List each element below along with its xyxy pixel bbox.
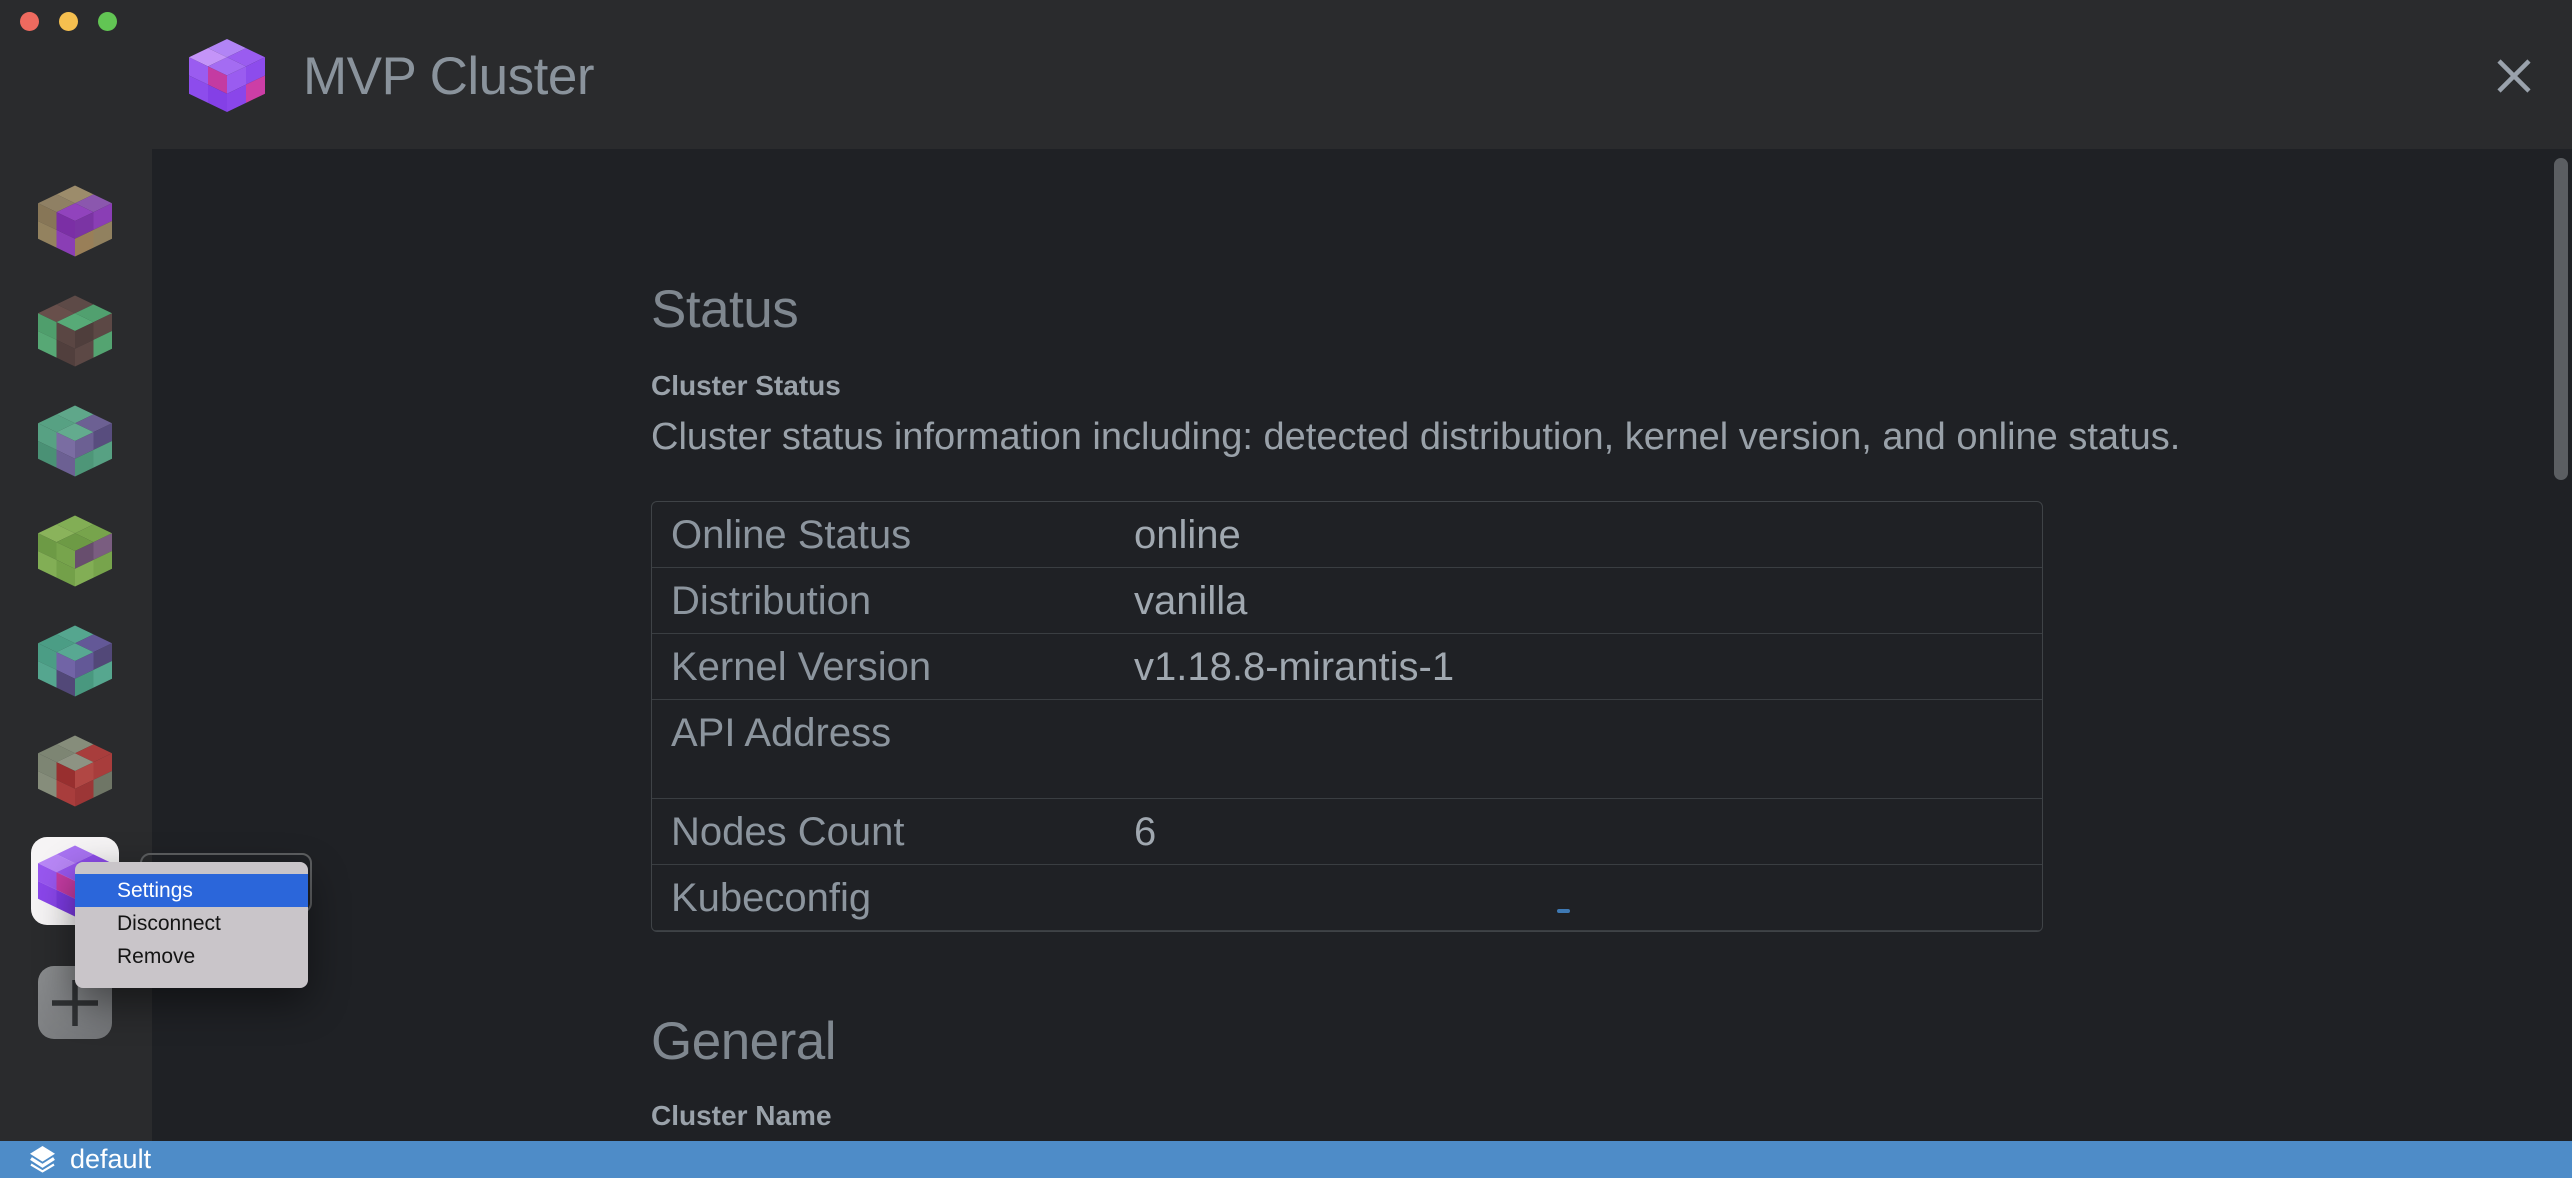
close-icon[interactable] <box>2492 54 2536 98</box>
page-title: MVP Cluster <box>303 50 594 103</box>
status-row-kubeconfig: Kubeconfig <box>652 865 2042 931</box>
cluster-status-label: Cluster Status <box>651 372 841 400</box>
content-scrollbar-thumb[interactable] <box>2554 158 2568 480</box>
row-value: vanilla <box>1134 581 1247 621</box>
window-titlebar: MVP Cluster <box>0 0 2572 149</box>
cluster-name-label: Cluster Name <box>651 1102 832 1130</box>
row-label: Kernel Version <box>671 647 1134 687</box>
row-value: v1.18.8-mirantis-1 <box>1134 647 1454 687</box>
cluster-logo-icon <box>189 39 265 112</box>
close-traffic-light[interactable] <box>20 12 39 31</box>
row-label: Nodes Count <box>671 812 1134 852</box>
layers-icon <box>27 1144 58 1175</box>
cluster-status-table: Online StatusonlineDistributionvanillaKe… <box>651 501 2043 932</box>
sidebar-cluster-cluster-4[interactable] <box>38 405 112 477</box>
row-value: 6 <box>1134 812 1156 852</box>
cluster-settings-content: Status Cluster Status Cluster status inf… <box>152 149 2572 1141</box>
status-row-online-status: Online Statusonline <box>652 502 2042 568</box>
status-bar: default <box>0 1141 2572 1178</box>
sidebar-cluster-cluster-7[interactable] <box>38 735 112 807</box>
row-label: Kubeconfig <box>671 878 1134 918</box>
lens-app-window: MVP Cluster Status Cluster Status Cluste… <box>0 0 2572 1178</box>
maximize-traffic-light[interactable] <box>98 12 117 31</box>
row-label: Distribution <box>671 581 1134 621</box>
sidebar-cluster-cluster-5[interactable] <box>38 515 112 587</box>
cluster-status-description: Cluster status information including: de… <box>651 417 2180 459</box>
status-row-kernel-version: Kernel Versionv1.18.8-mirantis-1 <box>652 634 2042 700</box>
row-label: Online Status <box>671 515 1134 555</box>
minimize-traffic-light[interactable] <box>59 12 78 31</box>
status-row-nodes-count: Nodes Count6 <box>652 799 2042 865</box>
sidebar-cluster-cluster-2[interactable] <box>38 185 112 257</box>
namespace-label[interactable]: default <box>70 1146 151 1173</box>
traffic-lights <box>20 12 117 31</box>
menu-item-settings[interactable]: Settings <box>75 874 308 907</box>
kubeconfig-link-dash[interactable] <box>1557 909 1570 913</box>
sidebar-cluster-cluster-3[interactable] <box>38 295 112 367</box>
row-value: online <box>1134 515 1241 555</box>
row-label: API Address <box>671 713 1134 753</box>
general-section-heading: General <box>651 1015 836 1068</box>
status-row-distribution: Distributionvanilla <box>652 568 2042 634</box>
sidebar-cluster-cluster-6[interactable] <box>38 625 112 697</box>
status-section-heading: Status <box>651 283 798 336</box>
menu-item-disconnect[interactable]: Disconnect <box>75 907 308 940</box>
menu-item-remove[interactable]: Remove <box>75 940 308 973</box>
cluster-context-menu: SettingsDisconnectRemove <box>75 862 308 988</box>
status-row-api-address: API Address <box>652 700 2042 799</box>
